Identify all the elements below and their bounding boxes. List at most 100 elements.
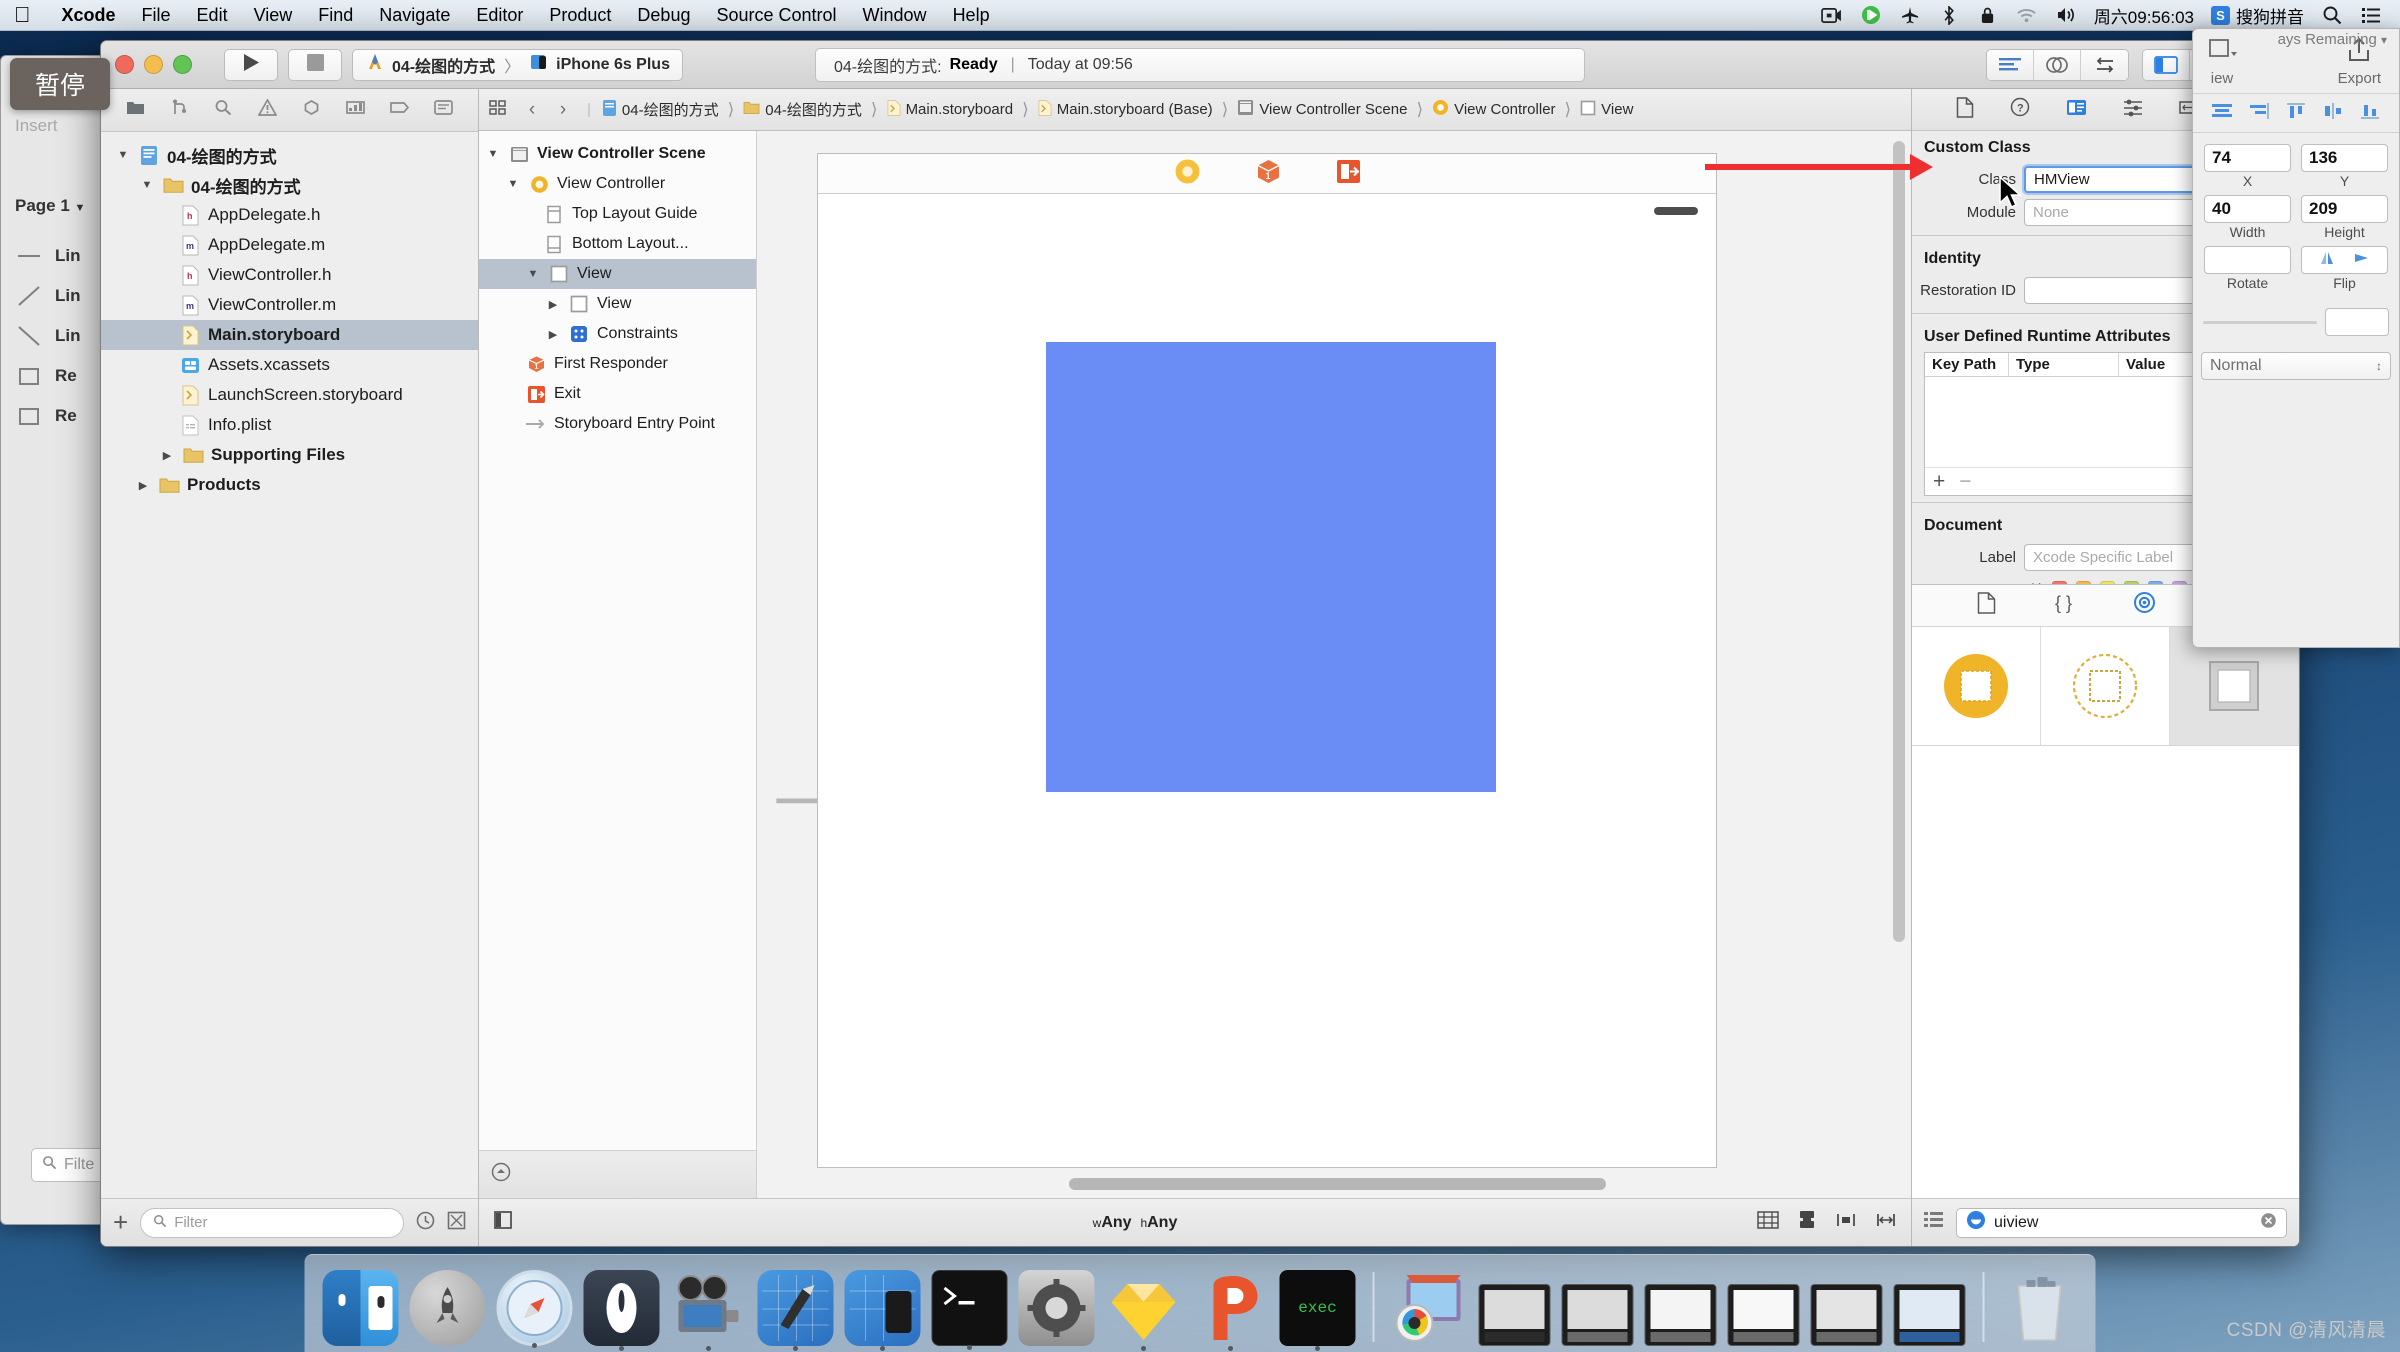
document-outline-tree[interactable]: ▼ View Controller Scene ▼ View Controlle… — [479, 131, 756, 1150]
disclosure-closed-icon[interactable]: ▶ — [159, 449, 175, 462]
dock-item-screen-sharing[interactable] — [1392, 1270, 1468, 1346]
menu-editor[interactable]: Editor — [463, 0, 536, 31]
disclosure-open-icon[interactable]: ▼ — [139, 179, 155, 191]
blend-mode-select[interactable]: Normal ↕ — [2201, 352, 2391, 380]
volume-icon[interactable] — [2055, 5, 2077, 25]
swatch-blue[interactable] — [2147, 580, 2163, 584]
dock-minimized-window[interactable] — [1644, 1284, 1717, 1346]
outline-row-bottom-layout-guide[interactable]: Bottom Layout... — [479, 229, 756, 259]
list-icon[interactable] — [2360, 5, 2382, 25]
bluetooth-icon[interactable] — [1938, 5, 1960, 25]
clear-circle-icon[interactable] — [2260, 1212, 2277, 1234]
menu-help[interactable]: Help — [940, 0, 1003, 31]
standard-editor-icon[interactable] — [1987, 49, 2034, 80]
embed-in-icon[interactable] — [1797, 1210, 1817, 1235]
search-navigator-icon[interactable] — [214, 99, 233, 121]
identity-inspector-icon[interactable] — [2066, 98, 2087, 122]
size-class-label[interactable]: wAny hAny — [513, 1214, 1757, 1232]
dock-item-xcode-beta[interactable] — [844, 1270, 921, 1351]
swatch-purple[interactable] — [2171, 580, 2187, 584]
disclosure-open-icon[interactable]: ▼ — [525, 268, 541, 280]
navigator-filter-bar[interactable]: + Filter — [101, 1198, 478, 1246]
outline-footer[interactable] — [479, 1150, 756, 1198]
outline-toggle-icon[interactable] — [491, 1162, 511, 1187]
dock-item-trash[interactable] — [2002, 1270, 2078, 1346]
outline-row-entry-point[interactable]: Storyboard Entry Point — [479, 409, 756, 439]
dock-minimized-window[interactable] — [1810, 1284, 1883, 1346]
dock-item-exec-terminal[interactable]: exec — [1279, 1270, 1356, 1351]
scrollbar-thumb[interactable] — [1893, 141, 1905, 943]
disclosure-open-icon[interactable]: ▼ — [485, 148, 501, 160]
y-input[interactable]: 136 — [2301, 144, 2388, 172]
list-view-icon[interactable] — [1924, 1211, 1944, 1234]
attributes-inspector-icon[interactable] — [2123, 98, 2143, 122]
editor-footer[interactable]: wAny hAny — [479, 1198, 1911, 1246]
report-navigator-icon[interactable] — [434, 99, 454, 121]
document-outline-toggle-icon[interactable] — [493, 1210, 513, 1235]
debug-navigator-icon[interactable] — [346, 99, 366, 121]
breadcrumb-item-storyboard[interactable]: Main.storyboard — [887, 99, 1013, 121]
clear-color-button[interactable]: ✕ — [2030, 579, 2043, 584]
minimize-button[interactable] — [144, 55, 163, 74]
forward-button[interactable]: › — [550, 99, 576, 121]
dock-item-finder[interactable] — [322, 1270, 399, 1346]
lock-icon[interactable] — [1977, 5, 1999, 25]
exit-icon[interactable] — [1336, 159, 1361, 189]
menu-debug[interactable]: Debug — [624, 0, 703, 31]
issue-navigator-icon[interactable] — [257, 98, 278, 121]
dock-minimized-window[interactable] — [1727, 1284, 1800, 1346]
outline-row-scene[interactable]: ▼ View Controller Scene — [479, 139, 756, 169]
code-snippet-library-icon[interactable]: { } — [2054, 593, 2076, 618]
disclosure-open-icon[interactable]: ▼ — [115, 149, 131, 161]
flip-cell[interactable]: Flip — [2296, 243, 2393, 294]
back-button[interactable]: ‹ — [519, 99, 545, 121]
airplane-icon[interactable] — [1899, 5, 1921, 25]
align-toolbar[interactable] — [2193, 93, 2399, 133]
swatch-orange[interactable] — [2075, 580, 2091, 584]
view-controller-scene[interactable]: 1 — [817, 153, 1717, 1168]
editor-mode-segments[interactable] — [1986, 48, 2129, 81]
breadcrumb-item-project[interactable]: 04-绘图的方式 — [602, 99, 719, 121]
align-horizontal-center-icon[interactable] — [2211, 102, 2233, 124]
add-attribute-button[interactable]: + — [1933, 470, 1945, 494]
outline-row-first-responder[interactable]: 1 First Responder — [479, 349, 756, 379]
recent-icon[interactable] — [416, 1211, 435, 1235]
align-bottom-icon[interactable] — [2359, 102, 2381, 124]
editor-area[interactable]: ‹ › | 04-绘图的方式 ⟩ 04-绘图的方式 ⟩ Main.storybo… — [479, 89, 1911, 1246]
tree-row-file[interactable]: LaunchScreen.storyboard — [101, 380, 478, 410]
library-list[interactable] — [1912, 745, 2299, 1198]
opacity-slider[interactable] — [2203, 320, 2317, 324]
disclosure-open-icon[interactable]: ▼ — [505, 178, 521, 190]
outline-row-exit[interactable]: Exit — [479, 379, 756, 409]
project-navigator-tree[interactable]: ▼ 04-绘图的方式 ▼ 04-绘图的方式 h AppDelegate.h m — [101, 132, 478, 1198]
tree-row-file[interactable]: h AppDelegate.h — [101, 200, 478, 230]
navigator-toggle-icon[interactable] — [2143, 49, 2190, 80]
align-vertical-center-icon[interactable] — [2322, 102, 2344, 124]
x-field-cell[interactable]: 74 X — [2199, 141, 2296, 192]
view-controller-icon[interactable] — [1174, 158, 1201, 190]
tree-row-file[interactable]: m ViewController.m — [101, 290, 478, 320]
source-control-navigator-icon[interactable] — [170, 99, 189, 121]
file-inspector-icon[interactable] — [1956, 96, 1974, 123]
menu-edit[interactable]: Edit — [184, 0, 241, 31]
align-top-icon[interactable] — [2285, 102, 2307, 124]
flip-buttons[interactable] — [2301, 246, 2388, 274]
library-search-field[interactable]: uiview — [1956, 1207, 2287, 1238]
align-right-icon[interactable] — [2248, 102, 2270, 124]
breadcrumb[interactable]: ‹ › | 04-绘图的方式 ⟩ 04-绘图的方式 ⟩ Main.storybo… — [479, 89, 1911, 131]
source-control-filter-icon[interactable] — [447, 1211, 466, 1235]
dock-item-launchpad[interactable] — [409, 1270, 486, 1346]
library-item-view-controller[interactable] — [1912, 626, 2041, 745]
menu-product[interactable]: Product — [536, 0, 624, 31]
project-navigator-icon[interactable] — [126, 99, 145, 121]
y-field-cell[interactable]: 136 Y — [2296, 141, 2393, 192]
constraints-resolve-icon[interactable] — [1757, 1210, 1779, 1235]
stop-button[interactable] — [288, 48, 342, 81]
breadcrumb-item-view[interactable]: View — [1580, 100, 1633, 120]
pin-icon[interactable] — [1875, 1210, 1897, 1235]
tree-row-file[interactable]: m AppDelegate.m — [101, 230, 478, 260]
tree-row-products[interactable]: ▶ Products — [101, 470, 478, 500]
screen-record-icon[interactable] — [1821, 5, 1843, 25]
dock-minimized-window[interactable] — [1893, 1284, 1966, 1346]
outline-row-view-controller[interactable]: ▼ View Controller — [479, 169, 756, 199]
